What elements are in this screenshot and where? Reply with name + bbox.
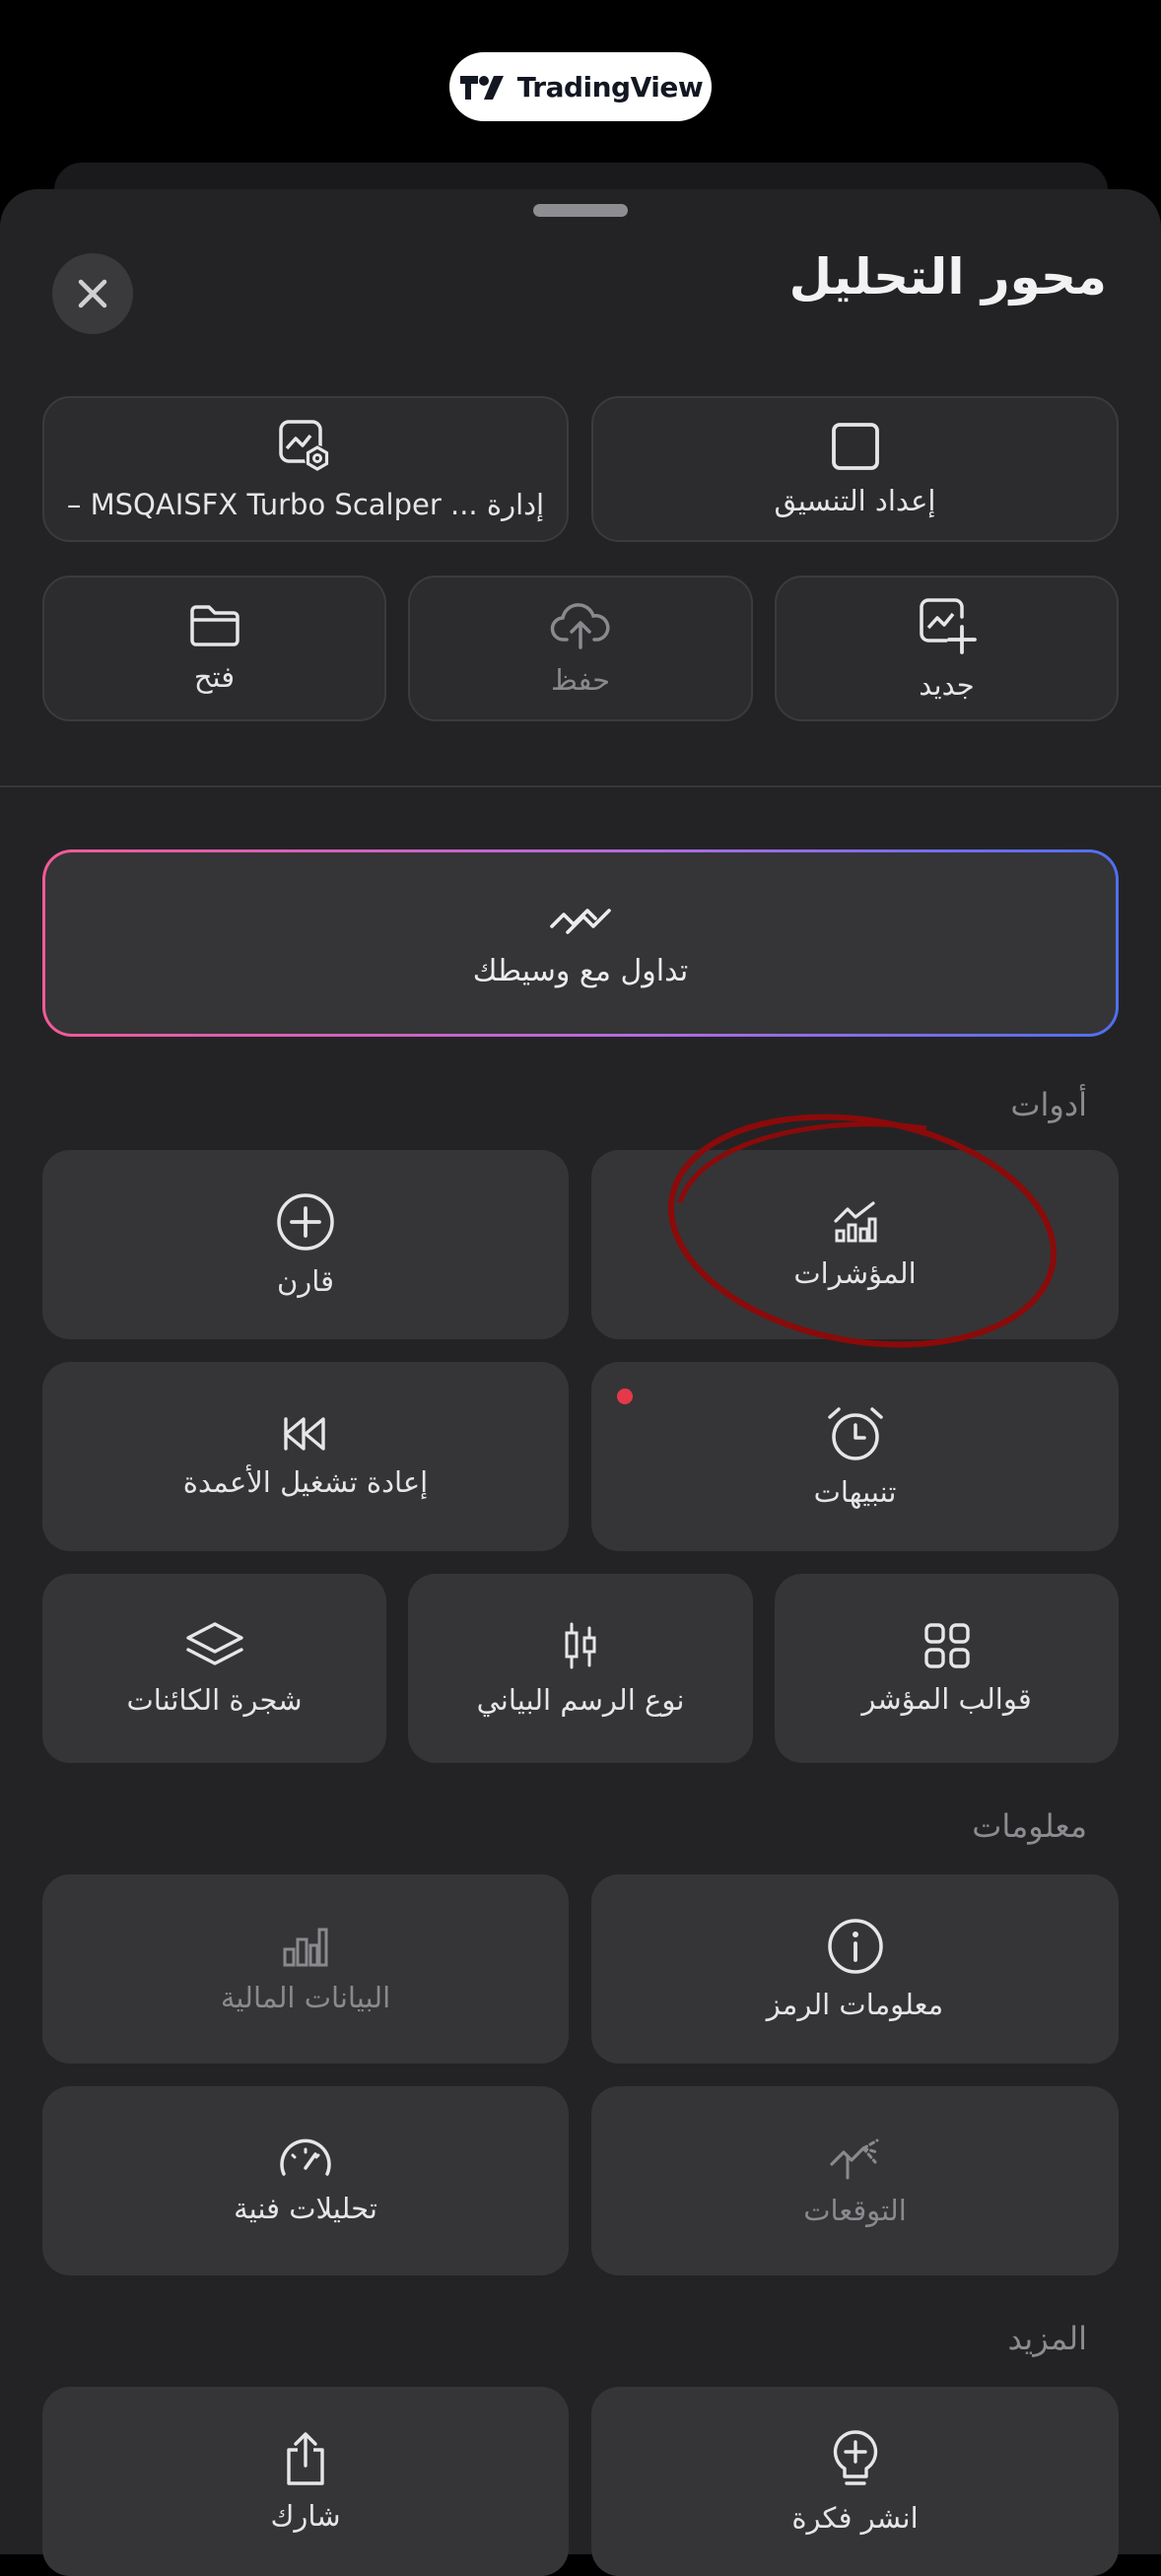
- manage-layout-label: إدارة ... MSQAISFX Turbo Scalper –: [66, 488, 545, 521]
- tradingview-logo: TradingView: [449, 52, 712, 121]
- broker-label: تداول مع وسيطك: [472, 953, 689, 988]
- indicators-label: المؤشرات: [793, 1256, 917, 1290]
- bar-replay-label: إعادة تشغيل الأعمدة: [182, 1465, 429, 1499]
- tools-heading: أدوات: [1010, 1086, 1087, 1123]
- open-button[interactable]: فتح: [42, 576, 386, 721]
- save-button[interactable]: حفظ: [408, 576, 753, 721]
- manage-layout-button[interactable]: إدارة ... MSQAISFX Turbo Scalper –: [42, 396, 569, 542]
- alerts-notification-dot: [617, 1389, 633, 1404]
- object-tree-button[interactable]: شجرة الكائنات: [42, 1574, 386, 1763]
- share-label: شارك: [270, 2499, 341, 2533]
- new-label: جديد: [919, 668, 975, 702]
- section-divider: [0, 785, 1161, 787]
- rewind-icon: [284, 1417, 325, 1451]
- tradingview-mark-icon: [459, 76, 504, 100]
- financials-label: البيانات المالية: [220, 1981, 391, 2014]
- indicator-templates-label: قوالب المؤشر: [861, 1682, 1032, 1716]
- bar-chart-icon: [283, 1928, 328, 1967]
- layout-setup-label: إعداد التنسيق: [774, 484, 936, 517]
- analysis-hub-sheet: محور التحليل إدارة ... MSQAISFX Turbo Sc…: [0, 189, 1161, 2576]
- compare-label: قارن: [277, 1264, 334, 1298]
- more-heading: المزيد: [1007, 2320, 1088, 2357]
- publish-idea-button[interactable]: انشر فكرة: [591, 2387, 1119, 2576]
- info-circle-icon: [827, 1919, 883, 1974]
- indicator-templates-button[interactable]: قوالب المؤشر: [775, 1574, 1119, 1763]
- square-layout-icon: [831, 423, 879, 470]
- technicals-button[interactable]: تحليلات فنية: [42, 2086, 569, 2275]
- publish-idea-label: انشر فكرة: [791, 2501, 919, 2535]
- financials-button[interactable]: البيانات المالية: [42, 1874, 569, 2064]
- broker-inner: تداول مع وسيطك: [45, 852, 1116, 1034]
- indicators-icon: [833, 1201, 876, 1243]
- open-label: فتح: [193, 660, 236, 694]
- chart-type-button[interactable]: نوع الرسم البياني: [408, 1574, 753, 1763]
- alerts-label: تنبيهات: [813, 1475, 897, 1509]
- share-icon: [287, 2432, 324, 2485]
- technicals-label: تحليلات فنية: [234, 2192, 377, 2225]
- forecast-icon: [829, 2138, 878, 2180]
- handshake-icon: [550, 908, 611, 934]
- close-button[interactable]: [52, 253, 133, 334]
- indicators-button[interactable]: المؤشرات: [591, 1150, 1119, 1339]
- new-chart-icon: [919, 598, 977, 654]
- sheet-title: محور التحليل: [788, 248, 1107, 305]
- brand-name: TradingView: [516, 70, 704, 103]
- bar-replay-button[interactable]: إعادة تشغيل الأعمدة: [42, 1362, 569, 1551]
- layout-setup-button[interactable]: إعداد التنسيق: [591, 396, 1119, 542]
- close-icon: [78, 279, 107, 308]
- forecasts-button[interactable]: التوقعات: [591, 2086, 1119, 2275]
- folder-icon: [189, 605, 239, 646]
- sheet-drag-handle[interactable]: [533, 204, 628, 217]
- speedometer-icon: [280, 2138, 331, 2176]
- share-button[interactable]: شارك: [42, 2387, 569, 2576]
- object-tree-label: شجرة الكائنات: [126, 1683, 303, 1717]
- symbol-info-label: معلومات الرمز: [766, 1988, 944, 2021]
- grid-icon: [923, 1623, 970, 1668]
- alarm-clock-icon: [827, 1407, 883, 1460]
- chart-type-label: نوع الرسم البياني: [476, 1683, 685, 1717]
- plus-circle-icon: [277, 1193, 334, 1251]
- info-heading: معلومات: [972, 1807, 1087, 1845]
- candlestick-icon: [565, 1622, 596, 1669]
- layers-icon: [185, 1622, 243, 1665]
- lightbulb-icon: [833, 2430, 877, 2485]
- trade-with-broker-button[interactable]: تداول مع وسيطك: [42, 849, 1119, 1037]
- cloud-upload-icon: [550, 603, 610, 649]
- new-layout-button[interactable]: جديد: [775, 576, 1119, 721]
- alerts-button[interactable]: تنبيهات: [591, 1362, 1119, 1551]
- forecasts-label: التوقعات: [803, 2194, 907, 2227]
- symbol-info-button[interactable]: معلومات الرمز: [591, 1874, 1119, 2064]
- compare-button[interactable]: قارن: [42, 1150, 569, 1339]
- layout-settings-icon: [279, 420, 330, 471]
- save-label: حفظ: [550, 663, 611, 697]
